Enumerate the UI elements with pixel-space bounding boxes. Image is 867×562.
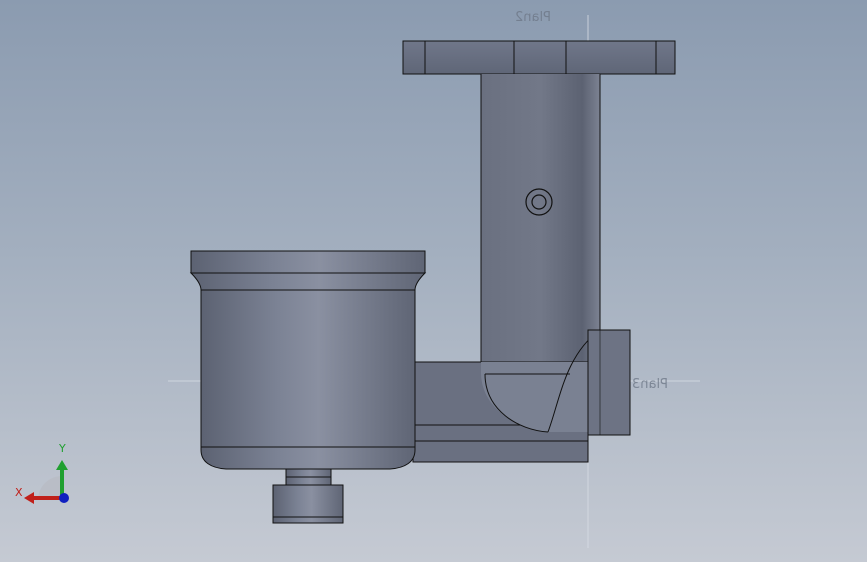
graphics-viewport[interactable]: Plan2 Plan3 Y X bbox=[0, 0, 867, 562]
triad-x-label: X bbox=[15, 486, 23, 499]
side-port[interactable] bbox=[587, 329, 631, 436]
model-canvas[interactable] bbox=[0, 0, 867, 562]
drain-stub[interactable] bbox=[272, 468, 344, 524]
vertical-tube[interactable] bbox=[480, 74, 601, 374]
orientation-triad[interactable] bbox=[24, 460, 69, 504]
cup-bowl[interactable] bbox=[189, 250, 427, 470]
plane2-label: Plan2 bbox=[515, 10, 551, 25]
top-flange[interactable] bbox=[402, 40, 676, 75]
triad-y-label: Y bbox=[59, 442, 66, 455]
plane3-label: Plan3 bbox=[632, 377, 668, 392]
